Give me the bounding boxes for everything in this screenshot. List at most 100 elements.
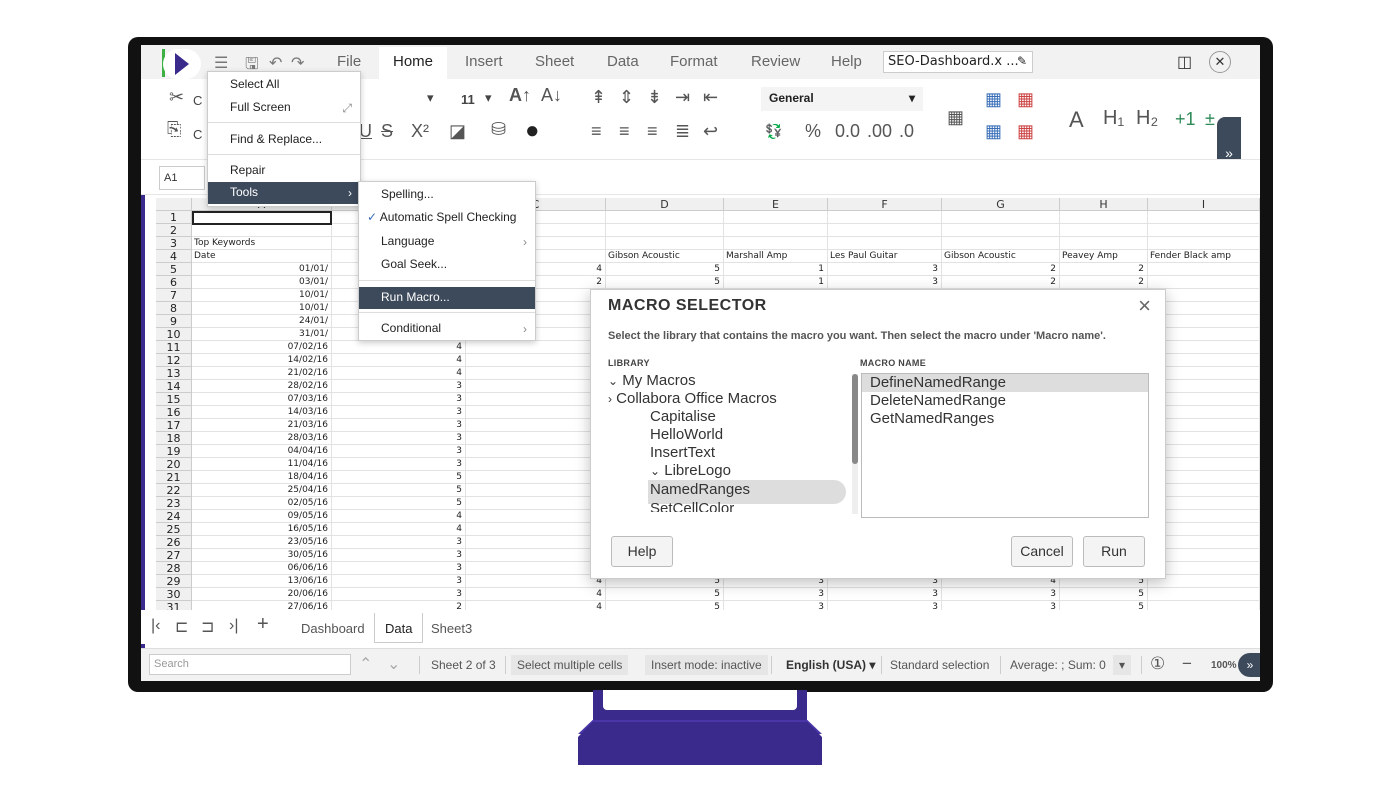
search-input[interactable]: Search (149, 654, 351, 675)
sheet-tab-sheet3[interactable]: Sheet3 (421, 613, 482, 643)
grid-cell[interactable]: 3 (334, 536, 462, 549)
macro-item-definenamedrange[interactable]: DefineNamedRange (862, 374, 1148, 392)
tab-file[interactable]: File (337, 53, 361, 70)
macro-name-list[interactable]: DefineNamedRange DeleteNamedRange GetNam… (861, 373, 1149, 518)
selection-mode[interactable]: Select multiple cells (511, 655, 629, 675)
heading2-icon[interactable]: H₂ (1136, 107, 1158, 130)
grid-cell[interactable]: 5 (1062, 601, 1144, 610)
grid-cell[interactable]: 4 (468, 601, 602, 610)
insert-rows-icon[interactable]: ▦ (985, 89, 1002, 110)
row-header-28[interactable]: 28 (156, 562, 192, 575)
insert-mode[interactable]: Insert mode: inactive (645, 655, 768, 675)
grid-cell[interactable]: 06/06/16 (194, 562, 328, 575)
search-down-icon[interactable]: ⌄ (387, 654, 400, 674)
superscript-icon[interactable]: X² (411, 121, 429, 142)
grid-cell[interactable]: 4 (334, 341, 462, 354)
row-header-21[interactable]: 21 (156, 471, 192, 484)
grid-cell[interactable]: 3 (334, 562, 462, 575)
wrap-text-icon[interactable]: ↩ (703, 121, 718, 142)
menu-item-spelling[interactable]: Spelling... (359, 184, 535, 206)
grid-cell[interactable]: 02/05/16 (194, 497, 328, 510)
menu-item-language[interactable]: Language › (359, 231, 535, 253)
row-header-24[interactable]: 24 (156, 510, 192, 523)
grid-cell[interactable]: Date (194, 250, 328, 263)
grid-cell[interactable]: 4 (334, 510, 462, 523)
menu-item-repair[interactable]: Repair (208, 160, 360, 182)
menu-item-select-all[interactable]: Select All (208, 74, 360, 96)
row-header-23[interactable]: 23 (156, 497, 192, 510)
zoom-reset-icon[interactable]: ① (1150, 654, 1165, 674)
help-button[interactable]: Help (611, 536, 673, 567)
row-header-1[interactable]: 1 (156, 211, 192, 224)
row-header-11[interactable]: 11 (156, 341, 192, 354)
menu-item-full-screen[interactable]: Full Screen ⤢ (208, 97, 360, 119)
grid-cell[interactable]: 4 (334, 367, 462, 380)
grid-cell[interactable]: Gibson Acoustic (944, 250, 1056, 263)
row-header-3[interactable]: 3 (156, 237, 192, 250)
sidebar-toggle-icon[interactable]: ◫ (1177, 52, 1192, 72)
column-header-i[interactable]: I (1148, 198, 1260, 211)
menu-item-conditional[interactable]: Conditional › (359, 318, 535, 340)
grid-cell[interactable]: 4 (334, 523, 462, 536)
tab-sheet[interactable]: Sheet (535, 53, 574, 70)
row-header-19[interactable]: 19 (156, 445, 192, 458)
shrink-font-icon[interactable]: A↓ (541, 85, 562, 106)
grid-cell[interactable]: 24/01/ (194, 315, 328, 328)
grid-cell[interactable]: 3 (944, 588, 1056, 601)
grid-cell[interactable]: Les Paul Guitar (830, 250, 938, 263)
insert-columns-icon[interactable]: ▦ (985, 121, 1002, 142)
grid-cell[interactable]: 18/04/16 (194, 471, 328, 484)
row-header-7[interactable]: 7 (156, 289, 192, 302)
hamburger-icon[interactable]: ☰ (214, 53, 228, 73)
grid-cell[interactable]: 13/06/16 (194, 575, 328, 588)
border-icon[interactable]: ◪ (449, 121, 466, 142)
menu-item-automatic-spell-checking[interactable]: ✓ Automatic Spell Checking (359, 207, 535, 229)
grid-cell[interactable]: 5 (608, 601, 720, 610)
row-header-15[interactable]: 15 (156, 393, 192, 406)
grid-cell[interactable]: Gibson Acoustic (608, 250, 720, 263)
tree-item-librelogo[interactable]: ⌄ LibreLogo (650, 462, 731, 482)
grid-cell[interactable]: 25/04/16 (194, 484, 328, 497)
grid-cell[interactable]: 09/05/16 (194, 510, 328, 523)
currency-format-icon[interactable]: 💱 (765, 123, 782, 140)
align-left-icon[interactable]: ≡ (591, 121, 602, 142)
row-header-14[interactable]: 14 (156, 380, 192, 393)
grid-cell[interactable]: 1 (726, 276, 824, 289)
grid-cell[interactable]: 3 (334, 380, 462, 393)
number-format-select[interactable]: General ▾ (761, 87, 923, 111)
column-header-f[interactable]: F (828, 198, 942, 211)
align-bottom-icon[interactable]: ⇟ (647, 87, 662, 108)
add-sheet-icon[interactable]: + (257, 613, 269, 636)
grid-cell[interactable]: Marshall Amp (726, 250, 824, 263)
grid-cell[interactable]: 3 (334, 575, 462, 588)
grid-cell[interactable]: 4 (334, 354, 462, 367)
column-header-d[interactable]: D (606, 198, 724, 211)
row-header-22[interactable]: 22 (156, 484, 192, 497)
grid-cell[interactable]: 5 (334, 497, 462, 510)
cut-icon[interactable]: ✂ (169, 87, 184, 108)
row-header-13[interactable]: 13 (156, 367, 192, 380)
grid-cell[interactable]: 11/04/16 (194, 458, 328, 471)
align-center-icon[interactable]: ≡ (619, 121, 630, 142)
grid-cell[interactable]: 2 (1062, 276, 1144, 289)
grid-cell[interactable]: 01/01/ (194, 263, 328, 276)
font-name-dropdown-chevron-icon[interactable]: ▾ (427, 90, 434, 106)
indent-increase-icon[interactable]: ⇥ (675, 87, 690, 108)
document-name-field[interactable]: SEO-Dashboard.x ... ✎ (883, 51, 1033, 73)
grid-cell[interactable]: 10/01/ (194, 302, 328, 315)
grid-cell[interactable]: 23/05/16 (194, 536, 328, 549)
row-header-10[interactable]: 10 (156, 328, 192, 341)
menu-item-run-macro[interactable]: Run Macro... (359, 287, 535, 309)
insert-sheet-after-icon[interactable]: ⊐ (201, 617, 214, 637)
row-header-5[interactable]: 5 (156, 263, 192, 276)
menu-item-find-replace[interactable]: Find & Replace... (208, 129, 360, 151)
library-scrollbar[interactable] (852, 374, 858, 514)
grid-cell[interactable]: 5 (334, 471, 462, 484)
grid-cell[interactable]: Fender Black amp (1150, 250, 1256, 263)
grid-cell[interactable]: 31/01/ (194, 328, 328, 341)
row-header-18[interactable]: 18 (156, 432, 192, 445)
indent-decrease-icon[interactable]: ⇤ (703, 87, 718, 108)
grid-cell[interactable]: 3 (944, 601, 1056, 610)
grid-cell[interactable]: 30/05/16 (194, 549, 328, 562)
row-header-2[interactable]: 2 (156, 224, 192, 237)
